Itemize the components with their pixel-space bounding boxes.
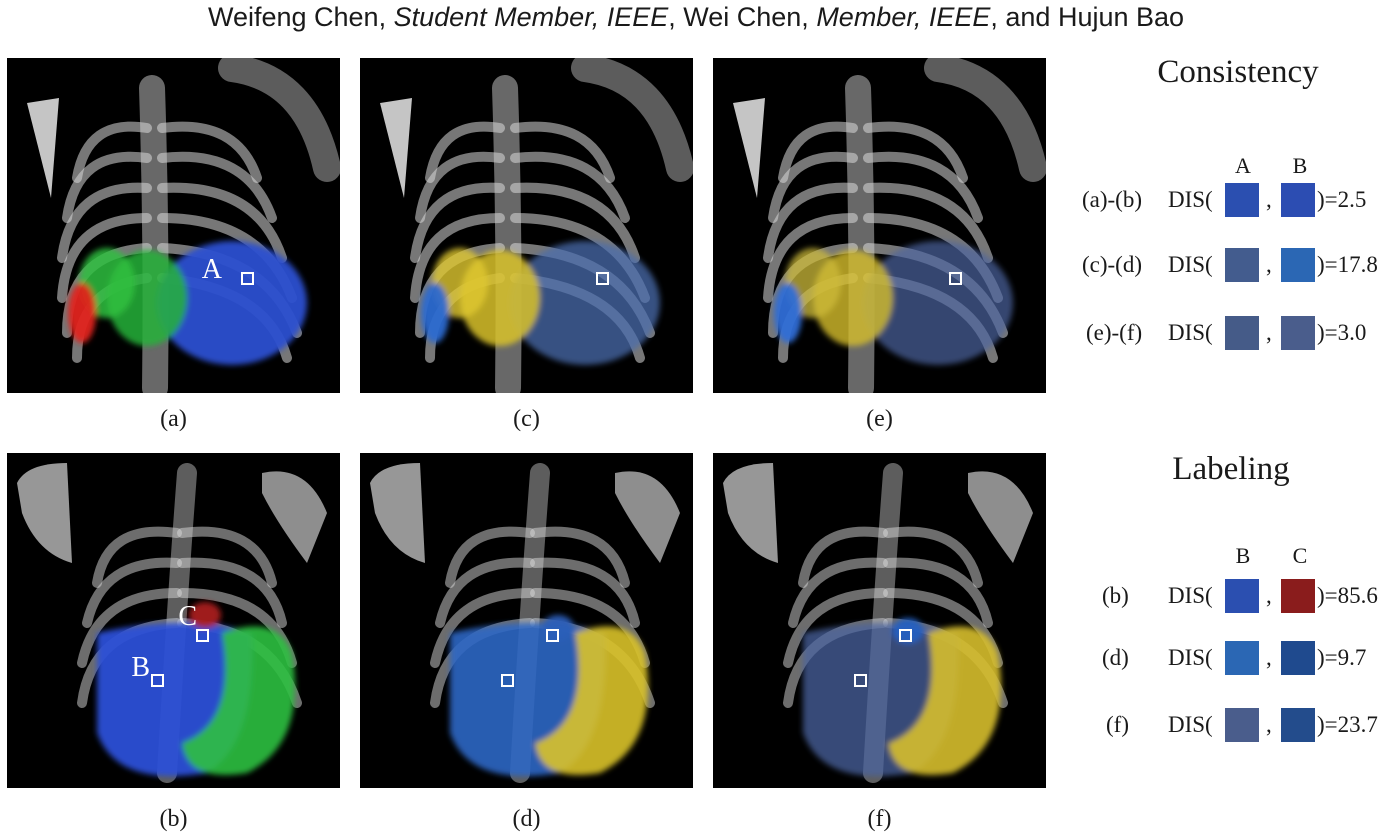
marker-a: A <box>202 254 223 285</box>
labeling-row: (b) DIS( , )=85.6 <box>1080 579 1390 615</box>
dis-prefix: DIS( <box>1168 712 1213 737</box>
organ-regions <box>421 241 660 365</box>
color-swatch-b <box>1281 183 1315 217</box>
dis-value: )=9.7 <box>1317 645 1367 670</box>
author-1: Weifeng Chen, <box>207 2 394 32</box>
dis-prefix: DIS( <box>1168 252 1213 277</box>
panel-b-render: C B <box>17 463 327 783</box>
consistency-row: (a)-(b) DIS( , )=2.5 <box>1080 183 1390 219</box>
comma: , <box>1266 712 1272 737</box>
comma: , <box>1266 583 1272 608</box>
consistency-col-a: A <box>1235 153 1251 178</box>
caption-d: (d) <box>512 806 541 832</box>
row-label: (a)-(b) <box>1082 187 1143 212</box>
consistency-row: (c)-(d) DIS( , )=17.8 <box>1080 248 1390 284</box>
caption-a: (a) <box>160 406 187 432</box>
labeling-row: (f) DIS( , )=23.7 <box>1080 708 1390 744</box>
organ-regions <box>450 615 648 777</box>
color-swatch-b <box>1281 316 1315 350</box>
authors-line: Weifeng Chen, Student Member, IEEE, Wei … <box>0 2 1392 33</box>
dis-prefix: DIS( <box>1168 187 1213 212</box>
color-swatch-a <box>1225 183 1259 217</box>
labeling-col-c: C <box>1292 543 1308 568</box>
labeling-row: (d) DIS( , )=9.7 <box>1080 641 1390 677</box>
comma: , <box>1266 187 1272 212</box>
dis-value: )=2.5 <box>1317 187 1367 212</box>
marker-b: B <box>131 652 150 683</box>
consistency-title: Consistency <box>1157 54 1319 90</box>
panel-f-render <box>723 463 1033 783</box>
panel-b: C B <box>7 453 340 788</box>
color-swatch-c <box>1281 708 1315 742</box>
panel-f <box>713 453 1046 788</box>
color-swatch-b <box>1281 248 1315 282</box>
dis-value: )=85.6 <box>1317 583 1378 608</box>
row-label: (c)-(d) <box>1082 252 1143 277</box>
marker-c: C <box>178 601 197 632</box>
dis-prefix: DIS( <box>1168 645 1213 670</box>
color-swatch-c <box>1281 641 1315 675</box>
panel-e <box>713 58 1046 393</box>
organ-regions <box>68 241 307 365</box>
panel-c-render <box>380 58 693 393</box>
color-swatch-a <box>1225 316 1259 350</box>
labeling-title: Labeling <box>1172 451 1290 487</box>
comma: , <box>1266 645 1272 670</box>
panel-d <box>360 453 693 788</box>
author-3: , and Hujun Bao <box>990 2 1185 32</box>
labeling-col-b: B <box>1235 543 1251 568</box>
color-swatch-b <box>1225 708 1259 742</box>
color-swatch-b <box>1225 641 1259 675</box>
row-label: (d) <box>1102 645 1129 670</box>
dis-value: )=3.0 <box>1317 320 1367 345</box>
author-2-role: Member, IEEE <box>816 2 991 32</box>
caption-f: (f) <box>867 806 892 832</box>
panel-d-render <box>370 463 680 783</box>
caption-c: (c) <box>513 406 540 432</box>
panel-a: A <box>7 58 340 393</box>
color-swatch-c <box>1281 579 1315 613</box>
comma: , <box>1266 252 1272 277</box>
row-label: (b) <box>1102 583 1129 608</box>
organ-regions <box>774 241 1013 365</box>
caption-b: (b) <box>159 806 188 832</box>
row-label: (e)-(f) <box>1086 320 1143 345</box>
dis-value: )=23.7 <box>1317 712 1378 737</box>
color-swatch-a <box>1225 248 1259 282</box>
row-label: (f) <box>1106 712 1129 737</box>
consistency-col-b: B <box>1292 153 1308 178</box>
panel-c <box>360 58 693 393</box>
panel-e-render <box>733 58 1046 393</box>
panel-a-render: A <box>27 58 340 393</box>
caption-e: (e) <box>866 406 893 432</box>
author-2: , Wei Chen, <box>668 2 817 32</box>
color-swatch-b <box>1225 579 1259 613</box>
dis-prefix: DIS( <box>1168 320 1213 345</box>
dis-prefix: DIS( <box>1168 583 1213 608</box>
dis-value: )=17.8 <box>1317 252 1378 277</box>
comma: , <box>1266 320 1272 345</box>
author-1-role: Student Member, IEEE <box>393 2 669 32</box>
consistency-row: (e)-(f) DIS( , )=3.0 <box>1080 316 1390 352</box>
